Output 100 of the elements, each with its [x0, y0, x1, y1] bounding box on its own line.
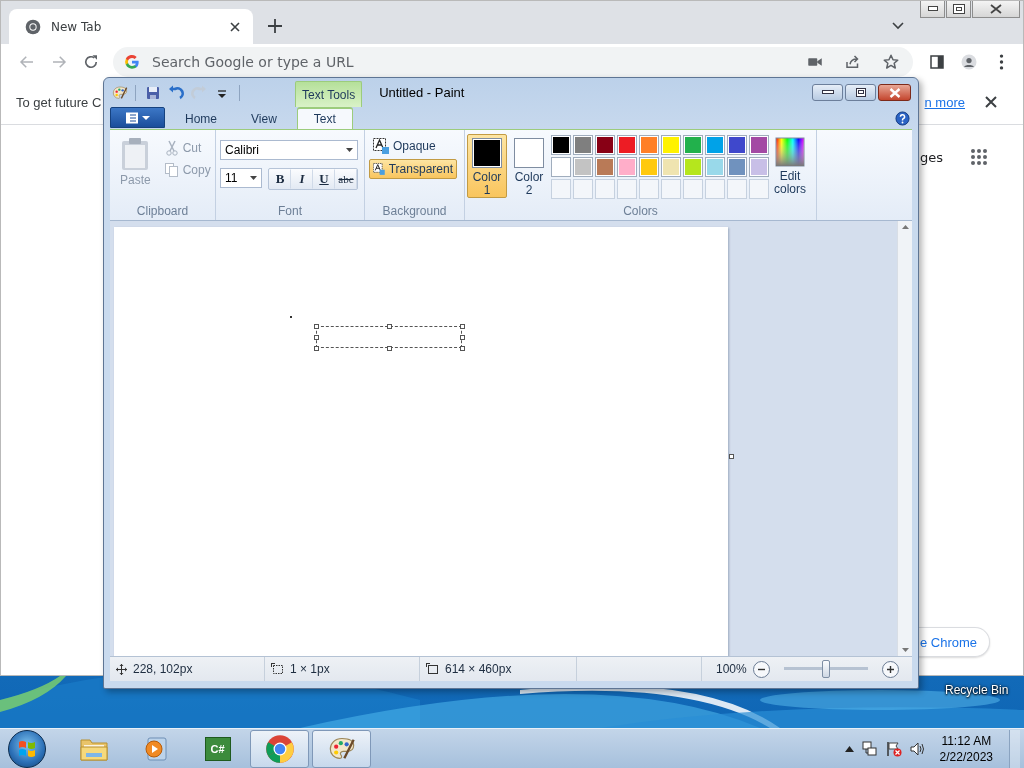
selection-handle[interactable]: [460, 324, 465, 329]
selection-handle[interactable]: [387, 324, 392, 329]
minimize-icon: [821, 90, 834, 95]
selection-handle[interactable]: [460, 335, 465, 340]
minimize-button[interactable]: [812, 84, 843, 101]
palette-swatch[interactable]: [683, 135, 703, 155]
paint-palette-icon: [112, 84, 128, 101]
restore-button[interactable]: [946, 1, 971, 18]
volume-icon[interactable]: [909, 740, 926, 757]
group-label: Colors: [622, 204, 659, 220]
resize-handle[interactable]: [729, 454, 734, 459]
zoom-in-button[interactable]: [881, 660, 899, 678]
palette-swatch[interactable]: [705, 135, 725, 155]
selection-size: 1 × 1px: [290, 662, 330, 676]
selection-handle[interactable]: [314, 346, 319, 351]
underline-button[interactable]: U: [313, 169, 335, 189]
text-box-selection[interactable]: [316, 326, 462, 348]
taskbar-app-button[interactable]: C#: [188, 729, 247, 768]
undo-icon: [168, 84, 184, 101]
edit-colors-button[interactable]: Edit colors: [771, 134, 809, 204]
palette-swatch[interactable]: [727, 157, 747, 177]
palette-swatch[interactable]: [749, 157, 769, 177]
network-icon[interactable]: [861, 740, 878, 757]
palette-swatch[interactable]: [617, 135, 637, 155]
palette-swatch[interactable]: [573, 135, 593, 155]
taskbar-app-button[interactable]: [312, 729, 371, 768]
palette-swatch[interactable]: [639, 157, 659, 177]
close-button[interactable]: [878, 84, 911, 101]
flag-icon[interactable]: [885, 740, 902, 757]
close-button[interactable]: [972, 1, 1020, 18]
scroll-up-icon[interactable]: [901, 225, 909, 229]
group-label: Clipboard: [135, 204, 190, 220]
selection-handle[interactable]: [314, 324, 319, 329]
google-logo-icon: [124, 54, 140, 70]
palette-swatch[interactable]: [683, 157, 703, 177]
font-size-dropdown[interactable]: 11: [220, 168, 262, 188]
maximize-button[interactable]: [845, 84, 876, 101]
back-arrow-icon: [18, 53, 36, 71]
color-spectrum-icon: [775, 137, 805, 167]
bold-button[interactable]: B: [269, 169, 291, 189]
caret-icon: [250, 176, 257, 180]
grid-icon: [970, 148, 988, 166]
palette-swatch[interactable]: [639, 135, 659, 155]
palette-swatch[interactable]: [551, 135, 571, 155]
palette-swatch[interactable]: [617, 157, 637, 177]
desktop-icon-label[interactable]: Recycle Bin: [945, 683, 1009, 697]
palette-swatch[interactable]: [661, 157, 681, 177]
system-clock[interactable]: 11:12 AM 2/22/2023: [939, 732, 993, 765]
selection-handle[interactable]: [387, 346, 392, 351]
palette-swatch[interactable]: [661, 135, 681, 155]
palette-swatch[interactable]: [727, 135, 747, 155]
caret-icon: [346, 148, 353, 152]
selection-handle[interactable]: [460, 346, 465, 351]
italic-button[interactable]: I: [291, 169, 313, 189]
taskbar-app-button[interactable]: [250, 729, 309, 768]
font-family-dropdown[interactable]: Calibri: [220, 140, 358, 160]
vertical-scrollbar[interactable]: [897, 221, 912, 656]
customize-button[interactable]: e Chrome: [917, 627, 990, 657]
clipboard-icon: [120, 137, 151, 171]
close-icon: [888, 87, 901, 98]
zoom-out-button[interactable]: [752, 660, 770, 678]
palette-swatch[interactable]: [749, 135, 769, 155]
color-slot-button[interactable]: Color 2: [509, 134, 549, 198]
scroll-down-icon[interactable]: [901, 648, 909, 652]
help-icon[interactable]: [895, 110, 910, 126]
palette-swatch[interactable]: [595, 135, 615, 155]
palette-swatch[interactable]: [551, 157, 571, 177]
ribbon-tab[interactable]: Text: [296, 107, 353, 129]
shortcut-label[interactable]: ges: [919, 149, 943, 165]
show-hidden-icons-icon[interactable]: [844, 745, 854, 752]
strike-button[interactable]: abc: [335, 169, 357, 189]
close-icon: [985, 96, 997, 108]
background-option[interactable]: Transparent: [369, 159, 457, 179]
browser-tab[interactable]: New Tab: [9, 9, 253, 44]
star-icon: [882, 53, 900, 71]
text-background-icon: [373, 138, 389, 154]
zoom-slider-thumb[interactable]: [821, 660, 830, 678]
address-input[interactable]: Search Google or type a URL: [150, 53, 793, 71]
color-slot-button[interactable]: Color 1: [467, 134, 507, 198]
minimize-button[interactable]: [920, 1, 945, 18]
learn-more-link[interactable]: n more: [924, 94, 965, 110]
ribbon-tab[interactable]: Home: [171, 107, 231, 129]
background-option[interactable]: Opaque: [369, 136, 457, 156]
forward-arrow-icon: [50, 53, 68, 71]
ribbon-tab[interactable]: View: [237, 107, 291, 129]
side-panel-icon: [928, 53, 946, 71]
minimize-icon: [927, 6, 938, 12]
start-button[interactable]: [8, 729, 46, 768]
palette-swatch[interactable]: [705, 157, 725, 177]
address-bar[interactable]: Search Google or type a URL: [113, 47, 913, 77]
file-menu-button[interactable]: [110, 107, 165, 128]
palette-swatch[interactable]: [573, 157, 593, 177]
plus-icon: [885, 664, 895, 674]
selection-handle[interactable]: [314, 335, 319, 340]
infobar-message: To get future C: [16, 94, 102, 110]
restore-icon: [952, 4, 965, 14]
contextual-tab-header: Text Tools: [295, 81, 363, 107]
palette-swatch[interactable]: [595, 157, 615, 177]
browser-logo-icon: [25, 18, 41, 35]
save-icon: [145, 84, 161, 101]
